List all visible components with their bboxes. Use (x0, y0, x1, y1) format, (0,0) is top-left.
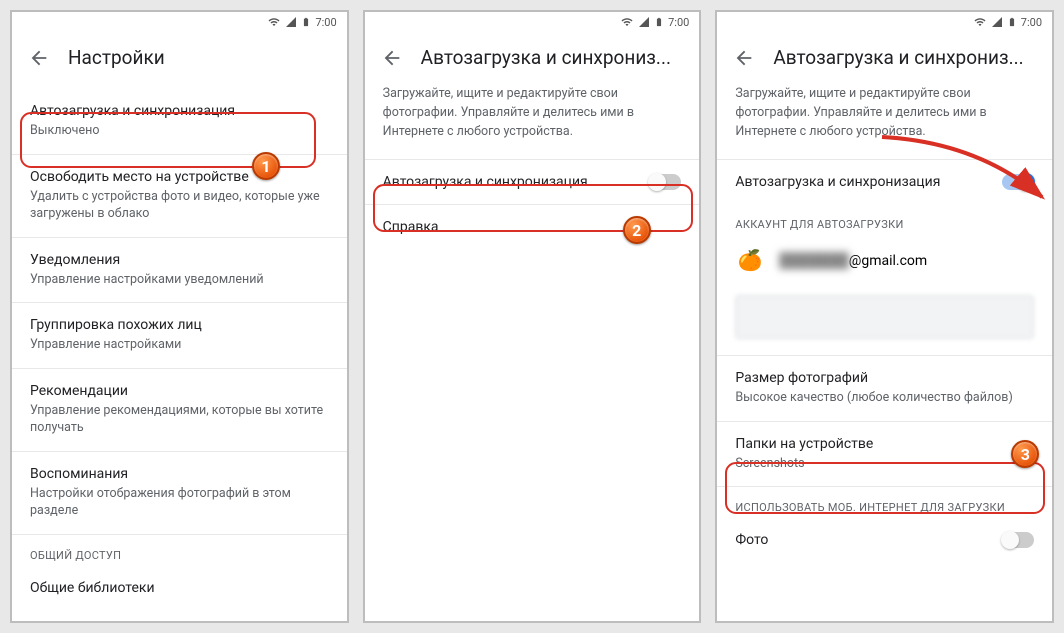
battery-icon (301, 15, 311, 29)
item-sub: Удалить с устройства фото и видео, котор… (30, 188, 329, 223)
item-suggestions[interactable]: Рекомендации Управление рекомендациями, … (12, 368, 347, 451)
wifi-icon (267, 16, 281, 28)
page-title: Автозагрузка и синхрониз... (421, 46, 671, 69)
wifi-icon (620, 16, 634, 28)
hidden-button[interactable] (735, 295, 1034, 339)
screen-settings: 7:00 Настройки Автозагрузка и синхрониза… (10, 10, 349, 623)
back-button[interactable] (28, 47, 50, 69)
toggle-switch-on[interactable] (1002, 174, 1034, 190)
wifi-icon (973, 16, 987, 28)
toggle-knob (648, 173, 666, 191)
item-backup-sync[interactable]: Автозагрузка и синхронизация Выключено (12, 85, 347, 154)
item-face-grouping[interactable]: Группировка похожих лиц Управление настр… (12, 302, 347, 368)
item-label: Общие библиотеки (30, 580, 329, 596)
signal-icon (285, 16, 297, 28)
section-header-sharing: ОБЩИЙ ДОСТУП (12, 534, 347, 566)
item-device-folders[interactable]: Папки на устройстве Screenshots (717, 421, 1052, 487)
screen-backup-on: 7:00 Автозагрузка и синхрониз... Загружа… (715, 10, 1054, 623)
arrow-left-icon (381, 47, 403, 69)
page-description: Загружайте, ищите и редактируйте свои фо… (365, 85, 700, 159)
status-bar: 7:00 (365, 12, 700, 32)
arrow-left-icon (733, 47, 755, 69)
status-bar: 7:00 (12, 12, 347, 32)
screen-backup-off: 7:00 Автозагрузка и синхрониз... Загружа… (363, 10, 702, 623)
item-label: Воспоминания (30, 466, 329, 482)
item-sub: Управление настройками уведомлений (30, 271, 329, 289)
page-description: Загружайте, ищите и редактируйте свои фо… (717, 85, 1052, 159)
item-sub: Управление рекомендациями, которые вы хо… (30, 402, 329, 437)
item-memories[interactable]: Воспоминания Настройки отображения фотог… (12, 451, 347, 534)
account-row[interactable]: 🍊 ███████@gmail.com (717, 235, 1052, 285)
badge-2: 2 (623, 216, 651, 244)
toggle-label: Автозагрузка и синхронизация (735, 174, 940, 190)
toggle-row-backup[interactable]: Автозагрузка и синхронизация (717, 159, 1052, 204)
item-label: Папки на устройстве (735, 436, 1034, 452)
toggle-switch-off[interactable] (649, 174, 681, 190)
page-title: Настройки (68, 46, 165, 69)
account-email: ███████@gmail.com (779, 252, 927, 269)
status-time: 7:00 (315, 16, 336, 29)
back-button[interactable] (733, 47, 755, 69)
toggle-label: Фото (735, 532, 768, 548)
email-domain: @gmail.com (849, 253, 927, 269)
page-title: Автозагрузка и синхрониз... (773, 46, 1023, 69)
signal-icon (638, 16, 650, 28)
avatar: 🍊 (735, 245, 765, 275)
toggle-row-backup[interactable]: Автозагрузка и синхронизация (365, 159, 700, 205)
item-shared-libraries[interactable]: Общие библиотеки (12, 566, 347, 610)
item-label: Автозагрузка и синхронизация (30, 103, 329, 119)
toggle-row-photo-mobile[interactable]: Фото (717, 518, 1052, 562)
item-label: Рекомендации (30, 383, 329, 399)
toggle-switch-off[interactable] (1002, 532, 1034, 548)
item-sub: Выключено (30, 122, 329, 140)
item-label: Уведомления (30, 252, 329, 268)
battery-icon (1007, 15, 1017, 29)
header: Автозагрузка и синхрониз... (365, 32, 700, 85)
item-label: Освободить место на устройстве (30, 169, 329, 185)
header: Настройки (12, 32, 347, 85)
badge-1: 1 (252, 152, 280, 180)
status-time: 7:00 (668, 16, 689, 29)
toggle-knob (1017, 173, 1035, 191)
header: Автозагрузка и синхрониз... (717, 32, 1052, 85)
section-header-mobile: ИСПОЛЬЗОВАТЬ МОБ. ИНТЕРНЕТ ДЛЯ ЗАГРУЗКИ (717, 486, 1052, 518)
item-sub: Настройки отображения фотографий в этом … (30, 485, 329, 520)
email-hidden: ███████ (779, 253, 848, 269)
item-sub: Screenshots (735, 455, 1034, 473)
item-notifications[interactable]: Уведомления Управление настройками уведо… (12, 237, 347, 303)
status-bar: 7:00 (717, 12, 1052, 32)
item-label: Группировка похожих лиц (30, 317, 329, 333)
item-photo-size[interactable]: Размер фотографий Высокое качество (любо… (717, 355, 1052, 421)
arrow-left-icon (28, 47, 50, 69)
signal-icon (991, 16, 1003, 28)
toggle-label: Автозагрузка и синхронизация (383, 174, 588, 190)
section-header-account: АККАУНТ ДЛЯ АВТОЗАГРУЗКИ (717, 204, 1052, 235)
status-time: 7:00 (1021, 16, 1042, 29)
item-sub: Высокое качество (любое количество файло… (735, 389, 1034, 407)
toggle-knob (1001, 531, 1019, 549)
back-button[interactable] (381, 47, 403, 69)
battery-icon (654, 15, 664, 29)
item-sub: Управление настройками (30, 336, 329, 354)
item-free-space[interactable]: Освободить место на устройстве Удалить с… (12, 154, 347, 237)
item-label: Размер фотографий (735, 370, 1034, 386)
